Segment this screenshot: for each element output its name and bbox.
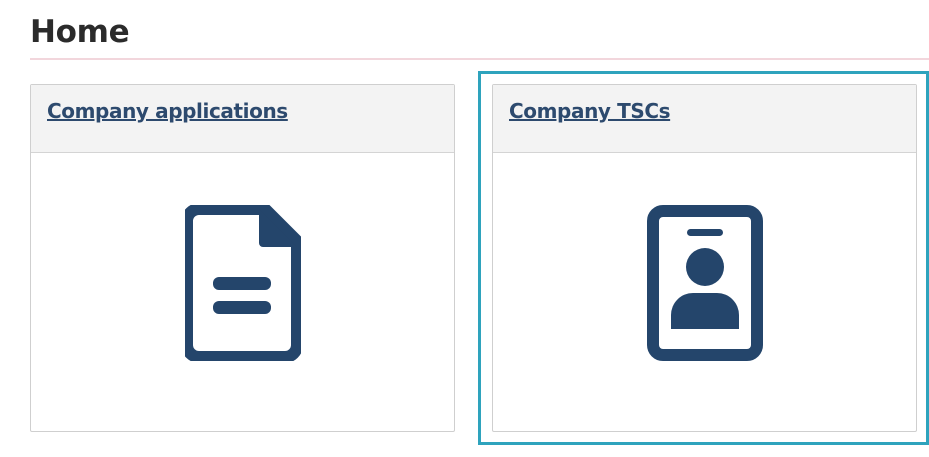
card-header: Company applications: [31, 85, 454, 153]
company-tscs-link[interactable]: Company TSCs: [509, 99, 671, 123]
home-page: Home Company applications Company TSCs: [0, 0, 929, 457]
page-title: Home: [30, 14, 130, 50]
company-tscs-card[interactable]: Company TSCs: [492, 84, 917, 432]
title-divider: [30, 58, 929, 60]
company-applications-link[interactable]: Company applications: [47, 99, 288, 123]
document-icon: [180, 203, 303, 366]
card-header: Company TSCs: [493, 85, 916, 153]
card-body: [31, 153, 454, 431]
id-badge-icon: [646, 205, 763, 366]
company-applications-card[interactable]: Company applications: [30, 84, 455, 432]
card-body: [493, 153, 916, 431]
